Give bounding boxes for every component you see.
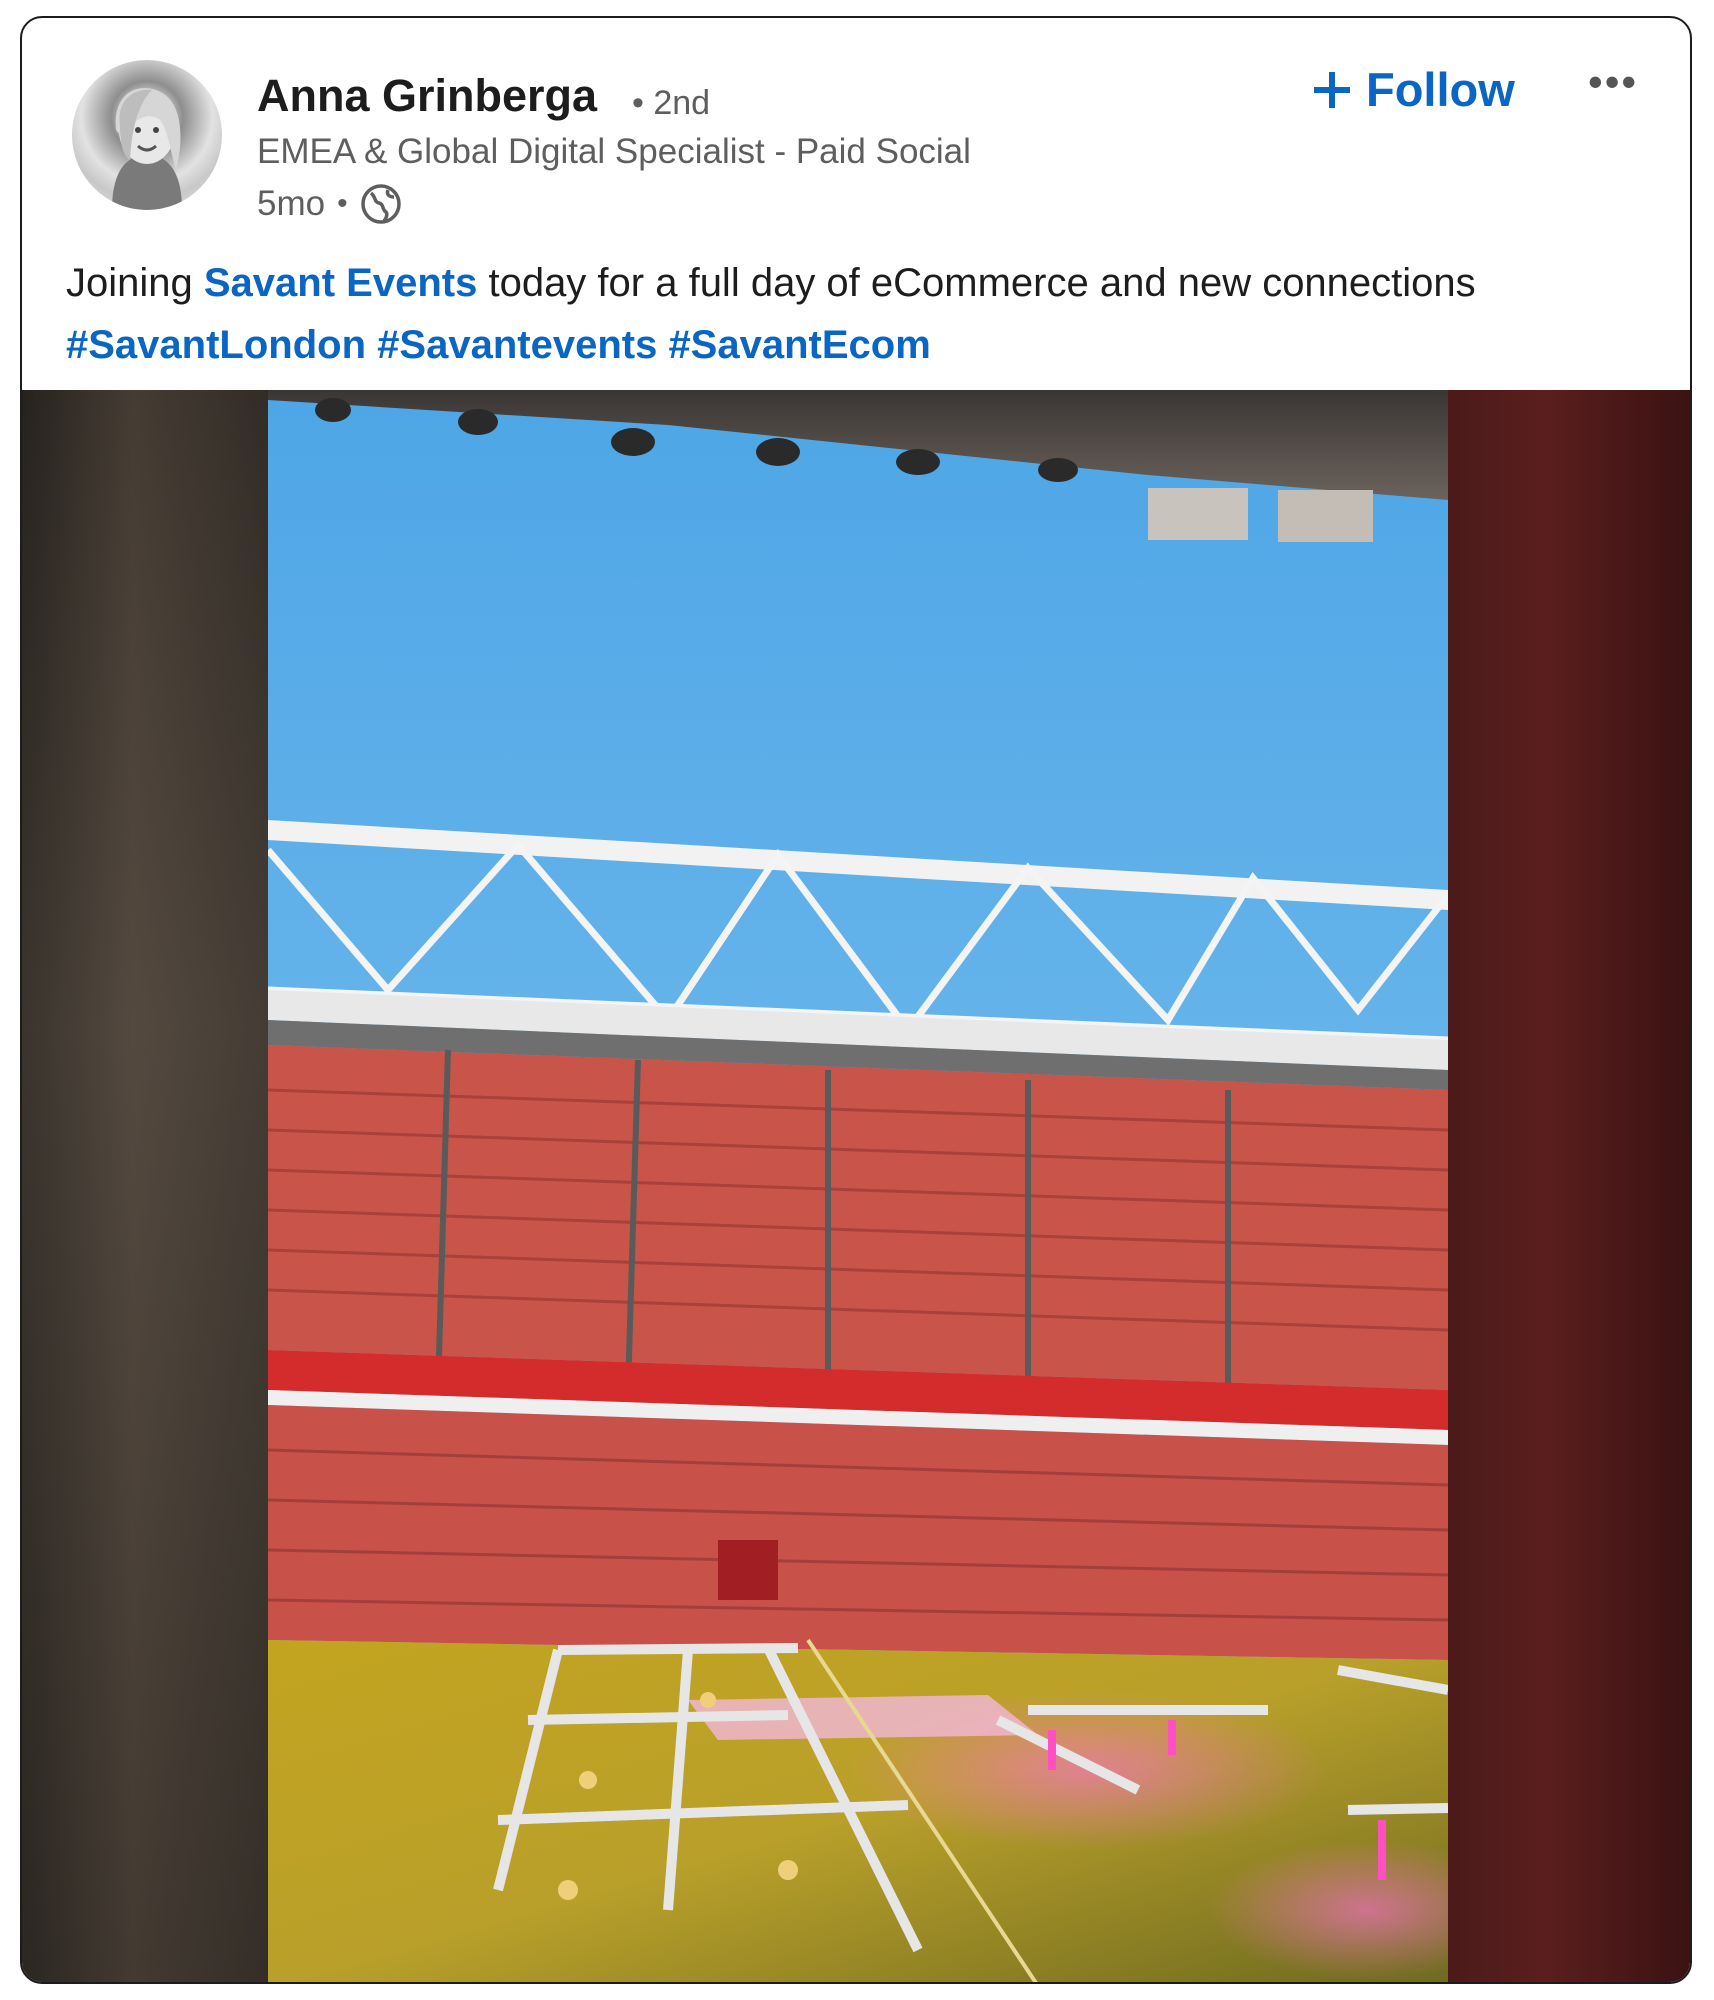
post-header: Anna Grinberga • 2nd EMEA & Global Digit… — [22, 18, 1690, 388]
hashtag-link[interactable]: #Savantevents — [377, 323, 657, 367]
more-options-button[interactable]: ••• — [1588, 58, 1638, 106]
hashtag-link[interactable]: #SavantEcom — [668, 323, 930, 367]
media-blur-left — [22, 390, 268, 1982]
stadium-photo — [268, 390, 1448, 1982]
author-avatar[interactable] — [72, 60, 222, 210]
post-text-part: Joining — [66, 261, 204, 305]
avatar-portrait — [112, 88, 182, 210]
post-media[interactable] — [22, 390, 1690, 1982]
globe-icon — [360, 184, 401, 224]
author-name[interactable]: Anna Grinberga — [257, 70, 597, 122]
post-card: Anna Grinberga • 2nd EMEA & Global Digit… — [20, 16, 1692, 1984]
follow-label: Follow — [1366, 63, 1515, 116]
post-body: Joining Savant Events today for a full d… — [66, 252, 1626, 376]
post-time: 5mo — [257, 184, 326, 223]
post-meta: 5mo • — [257, 182, 402, 226]
mention-link[interactable]: Savant Events — [204, 261, 477, 305]
connection-degree: • 2nd — [632, 84, 711, 122]
plus-icon — [1314, 71, 1350, 108]
hashtag-link[interactable]: #SavantLondon — [66, 323, 366, 367]
post-text-part: today for a full day of eCommerce and ne… — [477, 261, 1476, 305]
media-blur-right — [1448, 390, 1690, 1982]
meta-separator: • — [337, 187, 348, 220]
follow-button[interactable]: Follow — [1312, 62, 1515, 117]
author-headline: EMEA & Global Digital Specialist - Paid … — [257, 132, 971, 171]
